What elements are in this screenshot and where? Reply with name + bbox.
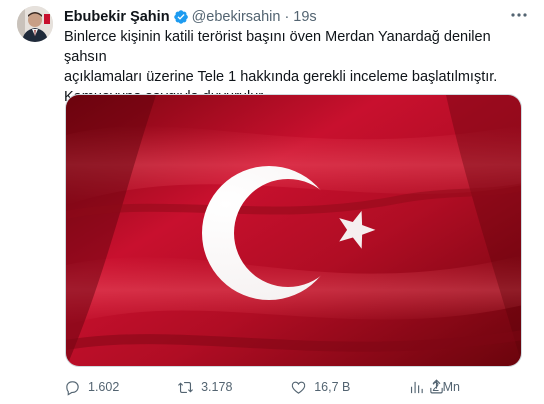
- like-count: 16,7 B: [314, 380, 351, 394]
- tweet-time[interactable]: 19s: [293, 9, 316, 25]
- separator-dot: ·: [284, 9, 290, 25]
- retweet-icon: [178, 381, 194, 393]
- verified-badge-icon: [173, 9, 189, 25]
- retweet-count: 3.178: [201, 380, 233, 394]
- more-options-icon[interactable]: [508, 6, 530, 24]
- tweet-actions: 1.602 3.178 16,7 B 2 Mn: [64, 375, 460, 399]
- tweet-text-line: Binlerce kişinin katili terörist başını …: [64, 29, 491, 65]
- reply-icon: [66, 380, 79, 396]
- avatar[interactable]: [17, 6, 53, 42]
- tweet-header: Ebubekir Şahin @ebekirsahin · 19s: [64, 7, 524, 27]
- heart-icon: [291, 381, 306, 394]
- reply-button[interactable]: 1.602: [64, 379, 119, 396]
- retweet-button[interactable]: 3.178: [177, 379, 232, 396]
- tweet-media-image[interactable]: [65, 94, 522, 367]
- views-chart-icon: [411, 381, 423, 393]
- like-button[interactable]: 16,7 B: [290, 379, 350, 396]
- author-handle[interactable]: @ebekirsahin: [192, 9, 281, 25]
- author-name[interactable]: Ebubekir Şahin: [64, 9, 170, 25]
- reply-count: 1.602: [88, 380, 120, 394]
- tweet[interactable]: Ebubekir Şahin @ebekirsahin · 19s Binler…: [0, 0, 544, 404]
- share-icon: [430, 379, 443, 394]
- share-button[interactable]: [428, 378, 446, 396]
- tweet-text-line: açıklamaları üzerine Tele 1 hakkında ger…: [64, 69, 498, 85]
